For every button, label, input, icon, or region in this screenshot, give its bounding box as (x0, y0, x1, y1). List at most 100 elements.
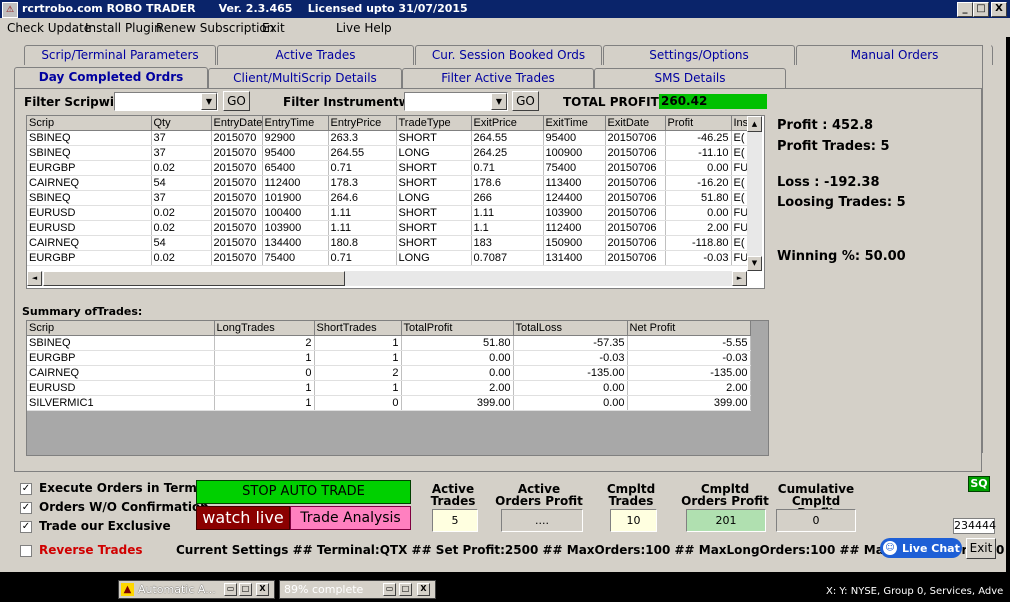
horizontal-scrollbar[interactable]: ◄ ► (27, 271, 747, 286)
tab-sms-details[interactable]: SMS Details (594, 68, 786, 88)
col-header[interactable]: TradeType (396, 116, 472, 131)
filter-instrumentwise-select[interactable]: ▼ (404, 92, 508, 111)
minimize-button[interactable]: _ (957, 2, 973, 17)
task-label: 89% complete (284, 583, 364, 596)
maximize-icon[interactable]: □ (239, 583, 252, 596)
cell-entry-time: 100400 (262, 205, 329, 221)
cell-short-trades: 1 (314, 335, 402, 351)
cell-total-profit: 51.80 (401, 335, 514, 351)
watch-live-button[interactable]: watch live (196, 506, 290, 530)
close-button[interactable]: X (991, 2, 1007, 17)
tab-day-completed-ordrs[interactable]: Day Completed Ordrs (14, 67, 208, 89)
stop-auto-trade-button[interactable]: STOP AUTO TRADE (196, 480, 411, 504)
cell-ins: FU (731, 160, 748, 176)
instrument-go-button[interactable]: GO (512, 91, 539, 111)
orders-grid[interactable]: Scrip Qty EntryDate EntryTime EntryPrice… (26, 115, 765, 289)
col-header[interactable]: TotalProfit (401, 321, 514, 336)
tab-manual-orders[interactable]: Manual Orders (796, 45, 993, 65)
scroll-up-icon[interactable]: ▲ (747, 116, 762, 132)
table-row[interactable]: CAIRNEQ 54 2015070 112400 178.3 SHORT 17… (27, 175, 748, 191)
taskbar-item-progress[interactable]: 89% complete ▭ □ X (279, 580, 436, 599)
tab-cur-session-booked-ords[interactable]: Cur. Session Booked Ords (415, 45, 602, 65)
restore-icon[interactable]: ▭ (383, 583, 396, 596)
table-row[interactable]: SILVERMIC1 1 0 399.00 0.00 399.00 (27, 395, 751, 411)
sq-button[interactable]: SQ (968, 476, 990, 492)
trade-exclusive-checkbox[interactable]: ✓ (20, 521, 32, 533)
scrip-go-button[interactable]: GO (223, 91, 250, 111)
orders-wo-confirmation-checkbox[interactable]: ✓ (20, 502, 32, 514)
cell-total-profit: 0.00 (401, 350, 514, 366)
menu-renew-subscription[interactable]: Renew Subscription (156, 21, 274, 35)
live-chat-button[interactable]: ☺ Live Chat (880, 538, 962, 558)
tab-settings-options[interactable]: Settings/Options (603, 45, 795, 65)
cell-short-trades: 1 (314, 380, 402, 396)
filter-scripwise-select[interactable]: ▼ (114, 92, 218, 111)
taskbar-item-automatic[interactable]: ▲ Automatic A... ▭ □ X (118, 580, 275, 599)
chevron-down-icon[interactable]: ▼ (201, 93, 217, 110)
cell-qty: 0.02 (151, 160, 212, 176)
col-header[interactable]: Profit (665, 116, 732, 131)
col-header[interactable]: ShortTrades (314, 321, 402, 336)
menu-exit[interactable]: Exit (262, 21, 285, 35)
col-header[interactable]: Scrip (27, 321, 215, 336)
cell-trade-type: SHORT (396, 160, 472, 176)
col-header[interactable]: Qty (151, 116, 212, 131)
table-row[interactable]: EURGBP 1 1 0.00 -0.03 -0.03 (27, 350, 751, 366)
menu-live-help[interactable]: Live Help (336, 21, 392, 35)
col-header[interactable]: EntryDate (211, 116, 263, 131)
table-row[interactable]: SBINEQ 37 2015070 101900 264.6 LONG 266 … (27, 190, 748, 206)
tab-active-trades[interactable]: Active Trades (217, 45, 414, 65)
table-row[interactable]: SBINEQ 37 2015070 92900 263.3 SHORT 264.… (27, 130, 748, 146)
restore-icon[interactable]: ▭ (224, 583, 237, 596)
summary-grid[interactable]: Scrip LongTrades ShortTrades TotalProfit… (26, 320, 769, 456)
table-row[interactable]: EURGBP 0.02 2015070 65400 0.71 SHORT 0.7… (27, 160, 748, 176)
maximize-button[interactable]: □ (973, 2, 989, 17)
table-row[interactable]: EURGBP 0.02 2015070 75400 0.71 LONG 0.70… (27, 250, 748, 266)
chevron-down-icon[interactable]: ▼ (491, 93, 507, 110)
cmpltd-orders-profit-label: Cmpltd Orders Profit (681, 482, 769, 508)
menu-check-update[interactable]: Check Update (7, 21, 91, 35)
close-icon[interactable]: X (417, 583, 430, 596)
col-header[interactable]: Net Profit (627, 321, 751, 336)
taskbar: ▲ Automatic A... ▭ □ X 89% complete ▭ □ … (0, 572, 1010, 602)
scroll-down-icon[interactable]: ▼ (747, 256, 762, 271)
loosing-trades-stat: Loosing Trades: 5 (777, 195, 906, 210)
col-header[interactable]: EntryPrice (328, 116, 397, 131)
table-row[interactable]: CAIRNEQ 0 2 0.00 -135.00 -135.00 (27, 365, 751, 381)
winning-pct-stat: Winning %: 50.00 (777, 249, 906, 264)
table-row[interactable]: CAIRNEQ 54 2015070 134400 180.8 SHORT 18… (27, 235, 748, 251)
execute-orders-checkbox[interactable]: ✓ (20, 483, 32, 495)
tab-client-multiscrip-details[interactable]: Client/MultiScrip Details (208, 68, 402, 88)
cell-scrip: EURUSD (27, 220, 152, 236)
trade-analysis-button[interactable]: Trade Analysis (290, 506, 411, 530)
cell-exit-price: 183 (471, 235, 544, 251)
scroll-thumb[interactable] (43, 271, 345, 286)
col-header[interactable]: ExitPrice (471, 116, 544, 131)
col-header[interactable]: LongTrades (214, 321, 315, 336)
col-header[interactable]: ExitTime (543, 116, 606, 131)
tab-scrip-terminal-parameters[interactable]: Scrip/Terminal Parameters (24, 45, 216, 65)
table-row[interactable]: EURUSD 0.02 2015070 103900 1.11 SHORT 1.… (27, 220, 748, 236)
col-header[interactable]: TotalLoss (513, 321, 628, 336)
close-icon[interactable]: X (256, 583, 269, 596)
vertical-scrollbar[interactable]: ▲ ▼ (747, 116, 762, 271)
table-row[interactable]: EURUSD 1 1 2.00 0.00 2.00 (27, 380, 751, 396)
maximize-icon[interactable]: □ (399, 583, 412, 596)
scroll-left-icon[interactable]: ◄ (27, 271, 42, 286)
tab-filter-active-trades[interactable]: Filter Active Trades (402, 68, 594, 88)
cell-profit: 51.80 (665, 190, 732, 206)
col-header[interactable]: EntryTime (262, 116, 329, 131)
col-header[interactable]: ExitDate (605, 116, 666, 131)
table-row[interactable]: SBINEQ 2 1 51.80 -57.35 -5.55 (27, 335, 751, 351)
cell-exit-price: 264.55 (471, 130, 544, 146)
reverse-trades-checkbox[interactable] (20, 545, 32, 557)
menu-install-plugin[interactable]: Install Plugin (85, 21, 162, 35)
exit-button[interactable]: Exit (966, 538, 996, 559)
scroll-right-icon[interactable]: ► (732, 271, 747, 286)
cell-entry-date: 2015070 (211, 190, 263, 206)
panel-edge (982, 45, 991, 453)
col-header[interactable]: Scrip (27, 116, 152, 131)
table-row[interactable]: EURUSD 0.02 2015070 100400 1.11 SHORT 1.… (27, 205, 748, 221)
col-header[interactable]: Ins (731, 116, 748, 131)
table-row[interactable]: SBINEQ 37 2015070 95400 264.55 LONG 264.… (27, 145, 748, 161)
